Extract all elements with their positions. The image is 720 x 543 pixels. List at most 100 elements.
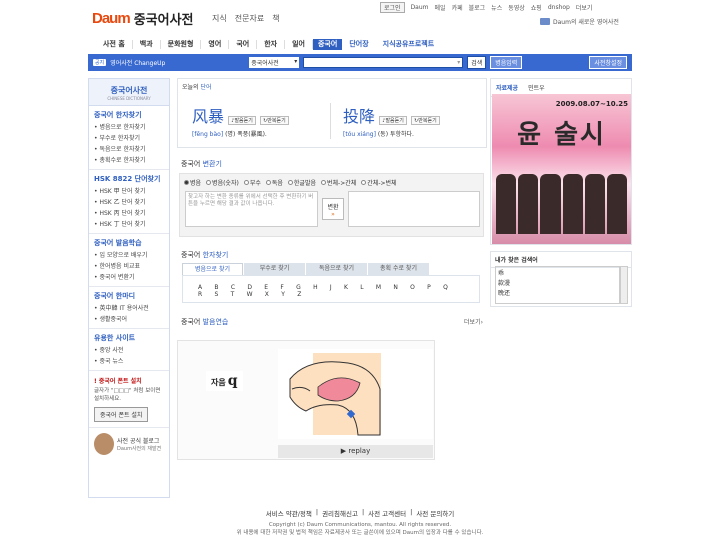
tab-hanja[interactable]: 한자 [257, 39, 286, 49]
sidebar-item[interactable]: • 부수로 한자찾기 [94, 133, 164, 144]
tab-korean[interactable]: 국어 [229, 39, 258, 49]
radio-simp-to-trad[interactable]: 간체->번체 [361, 178, 397, 187]
util-mail[interactable]: 메일 [435, 3, 446, 12]
sidebar-item[interactable]: • 중앙 사전 [94, 345, 164, 356]
util-more[interactable]: 더보기 [576, 3, 593, 12]
tab-by-reading[interactable]: 독음으로 찾기 [306, 263, 367, 275]
sidebar-item[interactable]: • 중국 뉴스 [94, 356, 164, 367]
sidebar-item[interactable]: • 생활중국어 [94, 314, 164, 325]
official-blog-link[interactable]: 사전 공식 블로그 Daum사전의 재발견 [89, 428, 169, 460]
blog-subtitle: Daum사전의 재발견 [117, 446, 162, 452]
footer-report[interactable]: 권리침해신고 [322, 508, 358, 518]
tab-knowledge-project[interactable]: 지식공유프로젝트 [376, 40, 442, 49]
footer-inquiry[interactable]: 사전 문의하기 [416, 508, 454, 518]
tab-culture[interactable]: 문화원형 [161, 39, 202, 49]
util-dnshop[interactable]: dnshop [548, 4, 570, 11]
sidebar-item[interactable]: • HSK 丙 단어 찾기 [94, 208, 164, 219]
util-news[interactable]: 뉴스 [491, 3, 502, 12]
promo-link[interactable]: Daum의 새로운 영어사전 [540, 17, 619, 26]
dictionary-settings-button[interactable]: 사전창설정 [589, 56, 627, 69]
converter-input[interactable]: 찾고자 하는 변환 종류를 위에서 선택한 후 변환하기 버튼을 누르면 해당 … [185, 191, 318, 227]
radio-korean-reading[interactable]: 독음 [265, 178, 283, 187]
notice-link[interactable]: 영어사전 ChangeUp [110, 58, 245, 67]
replay-button[interactable]: ▶ replay [278, 445, 433, 458]
sidebar-item[interactable]: • HSK 乙 단어 찾기 [94, 197, 164, 208]
footer-customer-center[interactable]: 사전 고객센터 [368, 508, 406, 518]
radio-pinyin[interactable]: 병음 [184, 178, 201, 187]
word-entry: 风暴 ♪발음듣기 ↻반복듣기 [fēng bào] (명) 폭풍(暴風). [192, 103, 342, 138]
pronunciation-stage: 자음 q ▶ replay [177, 340, 435, 460]
footer-terms[interactable]: 서비스 약관/정책 [266, 508, 312, 518]
util-cafe[interactable]: 카페 [452, 3, 463, 12]
more-link[interactable]: 더보기› [464, 317, 483, 327]
util-blog[interactable]: 블로그 [469, 3, 486, 12]
convert-button[interactable]: 변환» [322, 198, 344, 220]
chevron-down-icon: ▾ [457, 59, 461, 66]
util-video[interactable]: 동영상 [508, 3, 525, 12]
scrollbar[interactable] [620, 266, 628, 304]
sidebar-section: 유용한 사이트 • 중앙 사전 • 중국 뉴스 [89, 329, 169, 371]
sidebar-item[interactable]: • 입 모양으로 배우기 [94, 250, 164, 261]
tab-encyclopedia[interactable]: 백과 [133, 39, 161, 49]
dictionary-select[interactable]: 중국어사전 ▾ [249, 57, 300, 68]
tab-by-radical[interactable]: 부수로 찾기 [244, 263, 305, 275]
daum-logo[interactable]: Daum [92, 10, 131, 27]
search-input[interactable]: ▾ [303, 57, 464, 68]
sidebar-section-title[interactable]: 중국어 발음학습 [94, 238, 164, 248]
dictionary-tabs: 사전 홈 백과 문화원형 영어 국어 한자 일어 중국어 단어장 지식공유프로젝… [88, 35, 632, 53]
found-words-list: 乖 款漫 晚还 [495, 266, 620, 304]
list-item[interactable]: 乖 [498, 269, 617, 279]
radio-pinyin-number[interactable]: 병음(숫자) [206, 178, 239, 187]
radio-hangul[interactable]: 한글발음 [287, 178, 316, 187]
list-item[interactable]: 晚还 [498, 289, 617, 299]
listen-button[interactable]: ♪발음듣기 [228, 115, 256, 125]
util-daum[interactable]: Daum [411, 4, 429, 11]
tab-wordbook[interactable]: 단어장 [342, 40, 375, 49]
tab-japanese[interactable]: 일어 [285, 39, 313, 49]
banner-tab-provider[interactable]: 자료제공 [496, 83, 518, 92]
list-item[interactable]: 款漫 [498, 279, 617, 289]
sidebar-item[interactable]: • 중국어 변환기 [94, 272, 164, 283]
nav-knowledge[interactable]: 지식 [212, 13, 227, 24]
service-title[interactable]: 중국어사전 [134, 9, 194, 28]
sidebar-item[interactable]: • HSK 丁 단어 찾기 [94, 219, 164, 230]
sidebar-item[interactable]: • 총획수로 한자찾기 [94, 155, 164, 166]
util-shopping[interactable]: 쇼핑 [531, 3, 542, 12]
sidebar-item[interactable]: • 英中韓 IT 용어사전 [94, 303, 164, 314]
tab-dict-home[interactable]: 사전 홈 [96, 39, 133, 49]
radio-radical[interactable]: 부수 [243, 178, 261, 187]
search-bar: 공지 영어사전 ChangeUp 중국어사전 ▾ ▾ 검색 병음입력 사전창설정 [88, 54, 632, 71]
word-of-day-panel: 오늘의 단어 风暴 ♪발음듣기 ↻반복듣기 [fēng bào] (명) 폭풍(… [177, 78, 487, 148]
login-button[interactable]: 로그인 [380, 2, 405, 13]
sidebar-item[interactable]: • 독음으로 한자찾기 [94, 144, 164, 155]
sidebar-item[interactable]: • HSK 甲 단어 찾기 [94, 186, 164, 197]
word-hanzi[interactable]: 投降 [343, 107, 375, 126]
repeat-listen-button[interactable]: ↻반복듣기 [411, 115, 440, 125]
sidebar-item[interactable]: • 병음으로 한자찾기 [94, 122, 164, 133]
radio-trad-to-simp[interactable]: 번체->간체 [321, 178, 356, 187]
logo[interactable]: Daum 중국어사전 [92, 9, 194, 28]
repeat-listen-button[interactable]: ↻반복듣기 [260, 115, 289, 125]
converter-output[interactable] [348, 191, 480, 227]
sidebar-section-title[interactable]: HSK 8822 단어찾기 [94, 174, 164, 184]
pinyin-letter-list[interactable]: A B C D E F G H J K L M N O P Q R S T W … [182, 275, 480, 303]
sidebar-title[interactable]: 중국어사전 [89, 85, 169, 96]
sidebar-item[interactable]: • 한어병음 비교표 [94, 261, 164, 272]
banner-headline: 윤 술시 [517, 120, 606, 150]
nav-book[interactable]: 책 [272, 13, 279, 24]
sidebar-section: HSK 8822 단어찾기 • HSK 甲 단어 찾기 • HSK 乙 단어 찾… [89, 170, 169, 234]
pinyin-input-button[interactable]: 병음입력 [490, 56, 523, 69]
listen-button[interactable]: ♪발음듣기 [379, 115, 407, 125]
search-button[interactable]: 검색 [467, 56, 487, 69]
tab-by-pinyin[interactable]: 병음으로 찾기 [182, 263, 243, 275]
tab-by-strokes[interactable]: 총획 수로 찾기 [368, 263, 429, 275]
tab-chinese[interactable]: 중국어 [312, 38, 343, 50]
nav-expert-data[interactable]: 전문자료 [235, 13, 264, 24]
font-install-button[interactable]: 중국어 폰트 설치 [94, 407, 149, 422]
banner-image[interactable]: 2009.08.07~10.25 윤 술시 [492, 94, 631, 244]
word-hanzi[interactable]: 风暴 [192, 107, 224, 126]
banner-tab-mintwoo[interactable]: 민트우 [528, 83, 545, 92]
tab-english[interactable]: 영어 [201, 39, 230, 49]
sidebar-section-title[interactable]: 중국어 한마디 [94, 291, 164, 301]
sidebar-section-title[interactable]: 중국어 한자찾기 [94, 110, 164, 120]
